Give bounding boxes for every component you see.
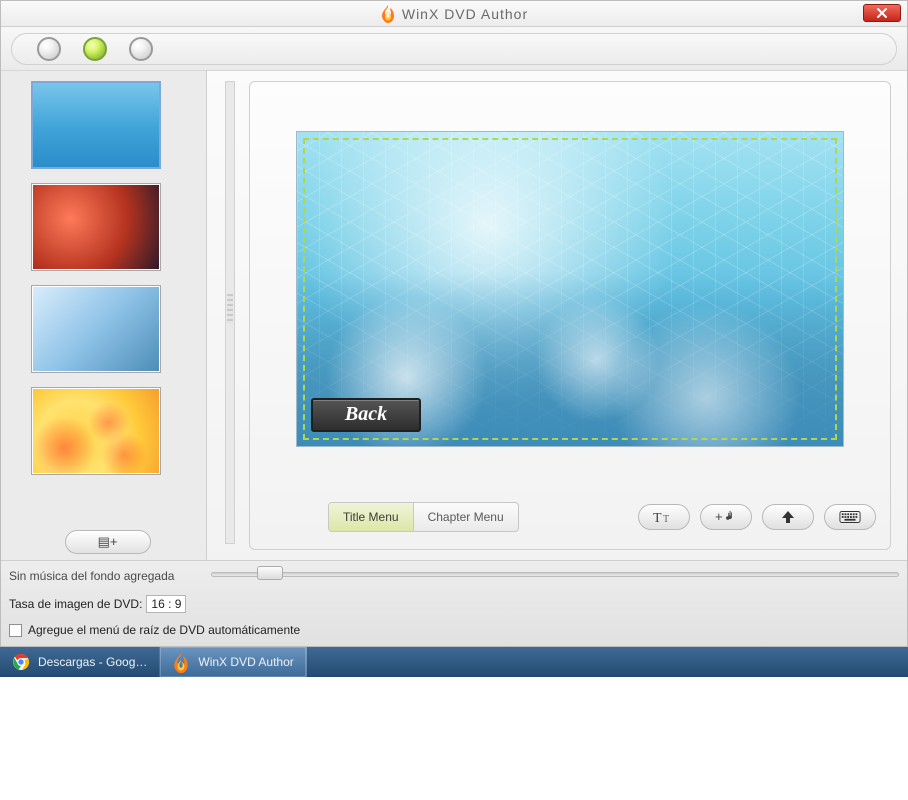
auto-root-row: Agregue el menú de raíz de DVD automátic… [9, 623, 899, 637]
tab-title-menu-label: Title Menu [343, 510, 399, 524]
close-icon [876, 7, 888, 19]
template-thumb[interactable] [31, 285, 161, 373]
menu-back-button[interactable]: Back [311, 398, 421, 432]
text-tool-button[interactable]: TT [638, 504, 690, 530]
tab-chapter-menu-label: Chapter Menu [428, 510, 504, 524]
taskbar-item-label: WinX DVD Author [198, 655, 293, 669]
fire-icon [172, 653, 190, 671]
app-fire-icon [380, 5, 396, 23]
close-button[interactable] [863, 4, 901, 22]
image-rate-label: Tasa de imagen de DVD: [9, 597, 142, 611]
preview-card: Back Title Menu Chapter Menu [249, 81, 891, 550]
add-music-icon: + [715, 509, 737, 525]
template-thumb[interactable] [31, 387, 161, 475]
auto-root-checkbox[interactable] [9, 624, 22, 637]
os-taskbar: Descargas - Goog… WinX DVD Author [0, 647, 908, 677]
timeline-slider[interactable] [211, 567, 899, 581]
auto-root-label: Agregue el menú de raíz de DVD automátic… [28, 623, 300, 637]
keyboard-icon [839, 509, 861, 525]
title-wrap: WinX DVD Author [380, 5, 528, 23]
add-music-button[interactable]: + [700, 504, 752, 530]
window-title: WinX DVD Author [402, 6, 528, 22]
image-rate-row: Tasa de imagen de DVD: 16 : 9 [9, 595, 899, 613]
step-light-1[interactable] [37, 37, 61, 61]
svg-text:T: T [663, 514, 669, 525]
menu-tabset: Title Menu Chapter Menu [328, 502, 519, 532]
step-light-2[interactable] [83, 37, 107, 61]
tab-chapter-menu[interactable]: Chapter Menu [414, 503, 518, 531]
step-light-3[interactable] [129, 37, 153, 61]
body: ▤+ Back [1, 71, 907, 560]
page-rest [0, 677, 908, 800]
image-rate-value[interactable]: 16 : 9 [146, 595, 186, 613]
taskbar-item-label: Descargas - Goog… [38, 655, 147, 669]
template-thumb[interactable] [31, 81, 161, 169]
up-button[interactable] [762, 504, 814, 530]
svg-text:T: T [653, 511, 662, 525]
main-area: Back Title Menu Chapter Menu [207, 71, 907, 560]
chrome-icon [12, 653, 30, 671]
taskbar-item[interactable]: WinX DVD Author [160, 647, 306, 677]
tab-title-menu[interactable]: Title Menu [329, 503, 414, 531]
canvas-wrap: Back [262, 92, 878, 485]
template-sidebar: ▤+ [1, 71, 207, 560]
app-window: WinX DVD Author ▤+ [0, 0, 908, 647]
titlebar: WinX DVD Author [1, 1, 907, 27]
slider-track [211, 572, 899, 577]
svg-text:+: + [715, 509, 723, 524]
text-icon: TT [653, 509, 675, 525]
step-indicator-row [1, 27, 907, 71]
menu-preview-canvas[interactable]: Back [296, 131, 844, 447]
preview-drag-handle[interactable] [225, 81, 235, 544]
preview-toolbar: Title Menu Chapter Menu TT + [262, 495, 878, 539]
add-template-glyph: ▤+ [98, 534, 118, 550]
keyboard-button[interactable] [824, 504, 876, 530]
template-thumb-list [13, 77, 202, 520]
template-thumb[interactable] [31, 183, 161, 271]
add-template-button[interactable]: ▤+ [65, 530, 151, 554]
slider-handle[interactable] [257, 566, 283, 580]
bottom-panel: Sin música del fondo agregada Tasa de im… [1, 560, 907, 646]
up-arrow-icon [777, 509, 799, 525]
taskbar-item[interactable]: Descargas - Goog… [0, 647, 160, 677]
menu-back-label: Back [345, 403, 387, 426]
